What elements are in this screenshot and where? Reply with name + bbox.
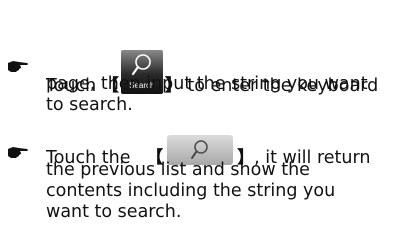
instruction-line: to search. (46, 95, 133, 115)
instruction-line: contents including the string you (46, 181, 336, 201)
pointing-hand-icon (8, 147, 28, 158)
instruction-line: page, then input the string you want (46, 74, 368, 94)
search-icon (191, 140, 208, 159)
instruction-line: want to search. (46, 202, 182, 222)
pointing-hand-icon (8, 61, 28, 72)
instruction-line: the previous list and show the (46, 160, 310, 180)
